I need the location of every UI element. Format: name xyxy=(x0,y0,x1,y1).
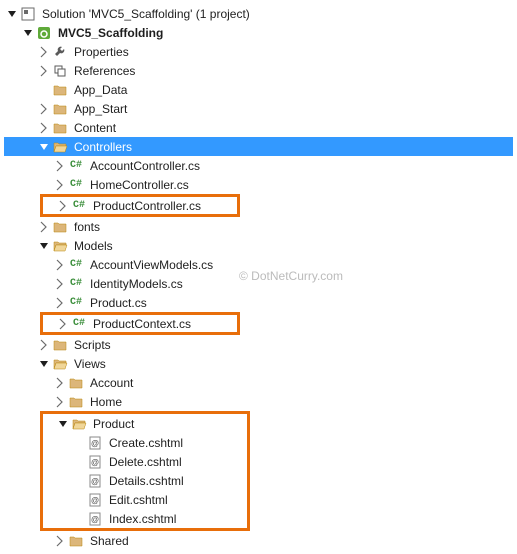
folder-icon xyxy=(68,375,84,391)
properties-node[interactable]: Properties xyxy=(4,42,513,61)
folder-views-home[interactable]: Home xyxy=(4,392,513,411)
file-product-context[interactable]: C# ProductContext.cs xyxy=(43,315,237,332)
folder-icon xyxy=(68,533,84,549)
expand-icon[interactable] xyxy=(36,120,52,136)
expand-icon[interactable] xyxy=(55,316,71,332)
file-index-cshtml[interactable]: Index.cshtml xyxy=(43,509,247,528)
folder-controllers[interactable]: Controllers xyxy=(4,137,513,156)
folder-open-icon xyxy=(52,139,68,155)
expand-icon[interactable] xyxy=(36,139,52,155)
folder-fonts[interactable]: fonts xyxy=(4,217,513,236)
expand-icon[interactable] xyxy=(52,295,68,311)
expand-icon[interactable] xyxy=(36,63,52,79)
folder-content[interactable]: Content xyxy=(4,118,513,137)
folder-views-product[interactable]: Product xyxy=(43,414,247,433)
expand-icon[interactable] xyxy=(55,416,71,432)
csharp-icon: C# xyxy=(68,158,84,174)
expand-icon[interactable] xyxy=(52,533,68,549)
folder-views-account[interactable]: Account xyxy=(4,373,513,392)
folder-models[interactable]: Models xyxy=(4,236,513,255)
csharp-icon: C# xyxy=(71,198,87,214)
file-details-cshtml[interactable]: Details.cshtml xyxy=(43,471,247,490)
project-icon xyxy=(36,25,52,41)
folder-open-icon xyxy=(52,356,68,372)
folder-icon xyxy=(52,82,68,98)
solution-icon xyxy=(20,6,36,22)
project-label: MVC5_Scaffolding xyxy=(56,26,163,40)
references-node[interactable]: References xyxy=(4,61,513,80)
cshtml-icon xyxy=(87,492,103,508)
file-product[interactable]: C# Product.cs xyxy=(4,293,513,312)
wrench-icon xyxy=(52,44,68,60)
file-account-controller[interactable]: C# AccountController.cs xyxy=(4,156,513,175)
folder-icon xyxy=(68,394,84,410)
folder-icon xyxy=(52,101,68,117)
folder-views-shared[interactable]: Shared xyxy=(4,531,513,550)
folder-scripts[interactable]: Scripts xyxy=(4,335,513,354)
solution-label: Solution 'MVC5_Scaffolding' (1 project) xyxy=(40,7,250,21)
expand-icon[interactable] xyxy=(55,198,71,214)
expand-icon[interactable] xyxy=(52,375,68,391)
solution-node[interactable]: Solution 'MVC5_Scaffolding' (1 project) xyxy=(4,4,513,23)
csharp-icon: C# xyxy=(68,276,84,292)
expand-icon[interactable] xyxy=(36,356,52,372)
expand-icon[interactable] xyxy=(36,44,52,60)
expand-icon[interactable] xyxy=(4,6,20,22)
expand-icon[interactable] xyxy=(52,177,68,193)
solution-explorer-tree: Solution 'MVC5_Scaffolding' (1 project) … xyxy=(4,4,513,550)
folder-icon xyxy=(52,219,68,235)
expand-icon[interactable] xyxy=(36,238,52,254)
csharp-icon: C# xyxy=(68,295,84,311)
file-home-controller[interactable]: C# HomeController.cs xyxy=(4,175,513,194)
csharp-icon: C# xyxy=(71,316,87,332)
cshtml-icon xyxy=(87,473,103,489)
folder-appstart[interactable]: App_Start xyxy=(4,99,513,118)
folder-views[interactable]: Views xyxy=(4,354,513,373)
file-identity-models[interactable]: C# IdentityModels.cs © DotNetCurry.com xyxy=(4,274,513,293)
expand-icon[interactable] xyxy=(52,257,68,273)
references-icon xyxy=(52,63,68,79)
expand-icon[interactable] xyxy=(20,25,36,41)
folder-appdata[interactable]: App_Data xyxy=(4,80,513,99)
folder-icon xyxy=(52,120,68,136)
file-account-view-models[interactable]: C# AccountViewModels.cs xyxy=(4,255,513,274)
expand-icon[interactable] xyxy=(36,219,52,235)
csharp-icon: C# xyxy=(68,257,84,273)
file-create-cshtml[interactable]: Create.cshtml xyxy=(43,433,247,452)
cshtml-icon xyxy=(87,435,103,451)
expand-icon[interactable] xyxy=(52,158,68,174)
project-node[interactable]: MVC5_Scaffolding xyxy=(4,23,513,42)
folder-open-icon xyxy=(71,416,87,432)
file-edit-cshtml[interactable]: Edit.cshtml xyxy=(43,490,247,509)
expand-icon[interactable] xyxy=(52,276,68,292)
file-product-controller[interactable]: C# ProductController.cs xyxy=(43,197,237,214)
folder-open-icon xyxy=(52,238,68,254)
file-delete-cshtml[interactable]: Delete.cshtml xyxy=(43,452,247,471)
folder-icon xyxy=(52,337,68,353)
expand-icon[interactable] xyxy=(36,101,52,117)
cshtml-icon xyxy=(87,454,103,470)
expand-icon[interactable] xyxy=(52,394,68,410)
cshtml-icon xyxy=(87,511,103,527)
csharp-icon: C# xyxy=(68,177,84,193)
expand-icon[interactable] xyxy=(36,337,52,353)
